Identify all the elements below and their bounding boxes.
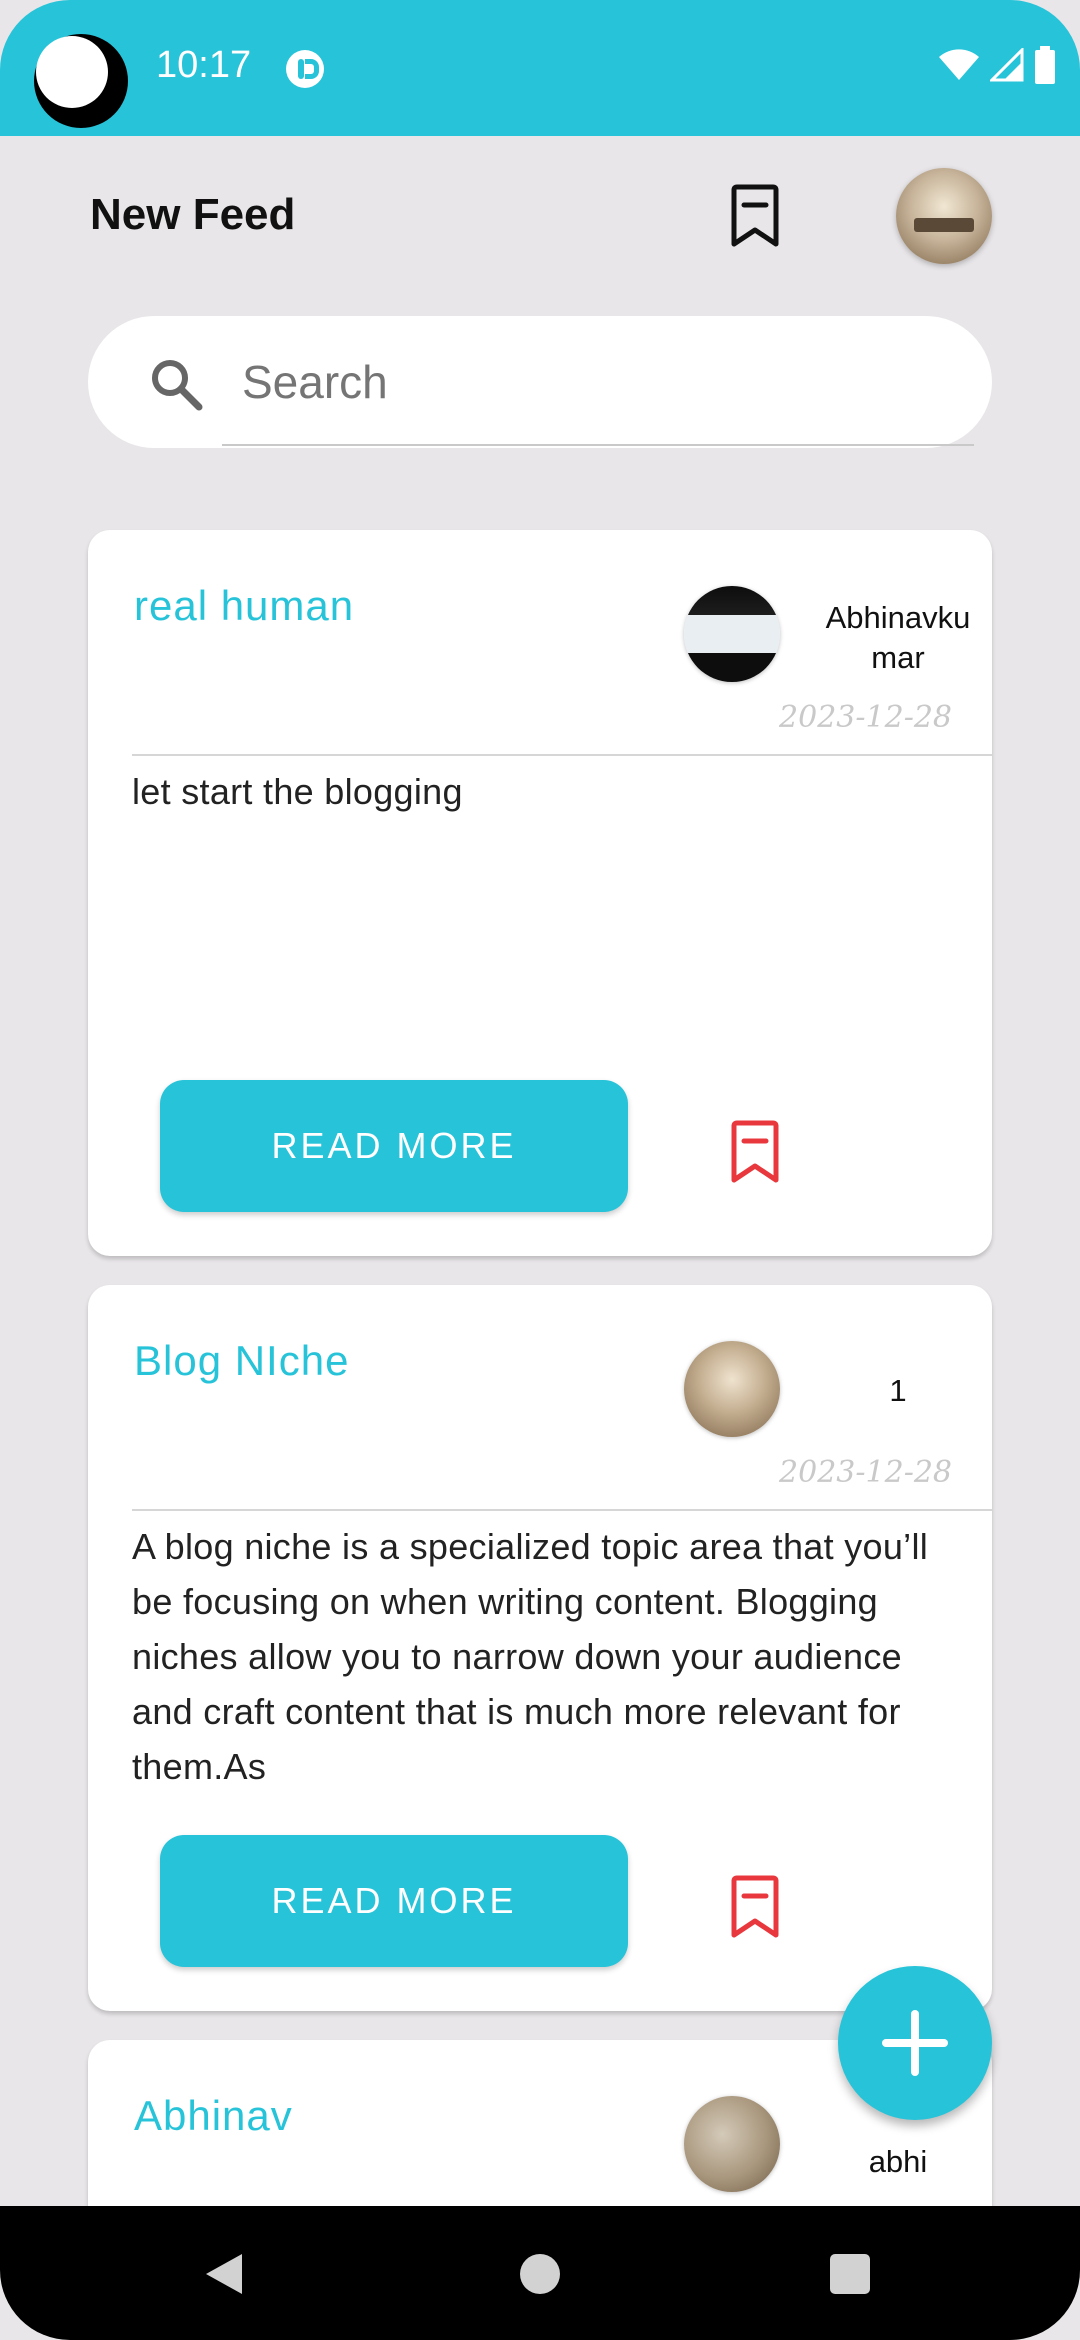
card-divider	[132, 754, 992, 756]
read-more-button[interactable]: READ MORE	[160, 1080, 628, 1212]
notification-app-icon	[286, 50, 324, 88]
status-icons	[938, 46, 1056, 84]
home-icon[interactable]	[520, 2254, 560, 2294]
card-divider	[132, 1509, 992, 1511]
plus-icon	[882, 2010, 948, 2076]
post-card[interactable]: real human Abhinavku mar 2023-12-28 let s…	[88, 530, 992, 1256]
bookmark-icon[interactable]	[728, 1875, 782, 1939]
post-title: Blog NIche	[134, 1337, 350, 1384]
post-author: abhi	[868, 2144, 928, 2179]
add-post-button[interactable]	[838, 1966, 992, 2120]
post-card[interactable]: Blog NIche 1 2023-12-28 A blog niche is …	[88, 1285, 992, 2011]
battery-icon	[1035, 46, 1055, 84]
app-screen: 10:17 New Feed Search real human Abhinav…	[0, 0, 1080, 2340]
camera-cutout	[34, 34, 128, 128]
post-excerpt: let start the blogging	[132, 771, 463, 812]
post-author: Abhinavku mar	[825, 600, 971, 675]
recents-icon[interactable]	[830, 2254, 870, 2294]
author-avatar[interactable]	[684, 586, 780, 682]
wifi-icon	[939, 49, 979, 80]
search-icon	[152, 360, 203, 411]
post-excerpt: A blog niche is a specialized topic area…	[132, 1526, 929, 1787]
page-title: New Feed	[90, 190, 296, 239]
status-bar: 10:17	[0, 0, 1080, 136]
search-underline	[222, 444, 974, 446]
search-input[interactable]	[242, 346, 958, 418]
post-title: Abhinav	[134, 2092, 293, 2139]
post-date: 2023-12-28	[779, 1455, 952, 1490]
read-more-button[interactable]: READ MORE	[160, 1835, 628, 1967]
system-nav-bar	[0, 2206, 1080, 2340]
bookmark-icon[interactable]	[728, 184, 782, 248]
author-avatar[interactable]	[684, 1341, 780, 1437]
post-author: 1	[889, 1373, 907, 1408]
search-bar[interactable]	[88, 316, 992, 448]
author-avatar[interactable]	[684, 2096, 780, 2192]
status-time: 10:17	[156, 44, 252, 86]
bookmark-icon[interactable]	[728, 1120, 782, 1184]
back-icon[interactable]	[202, 2251, 246, 2297]
signal-icon	[990, 48, 1024, 82]
post-date: 2023-12-28	[779, 700, 952, 735]
profile-avatar[interactable]	[896, 168, 992, 264]
post-title: real human	[134, 582, 355, 629]
